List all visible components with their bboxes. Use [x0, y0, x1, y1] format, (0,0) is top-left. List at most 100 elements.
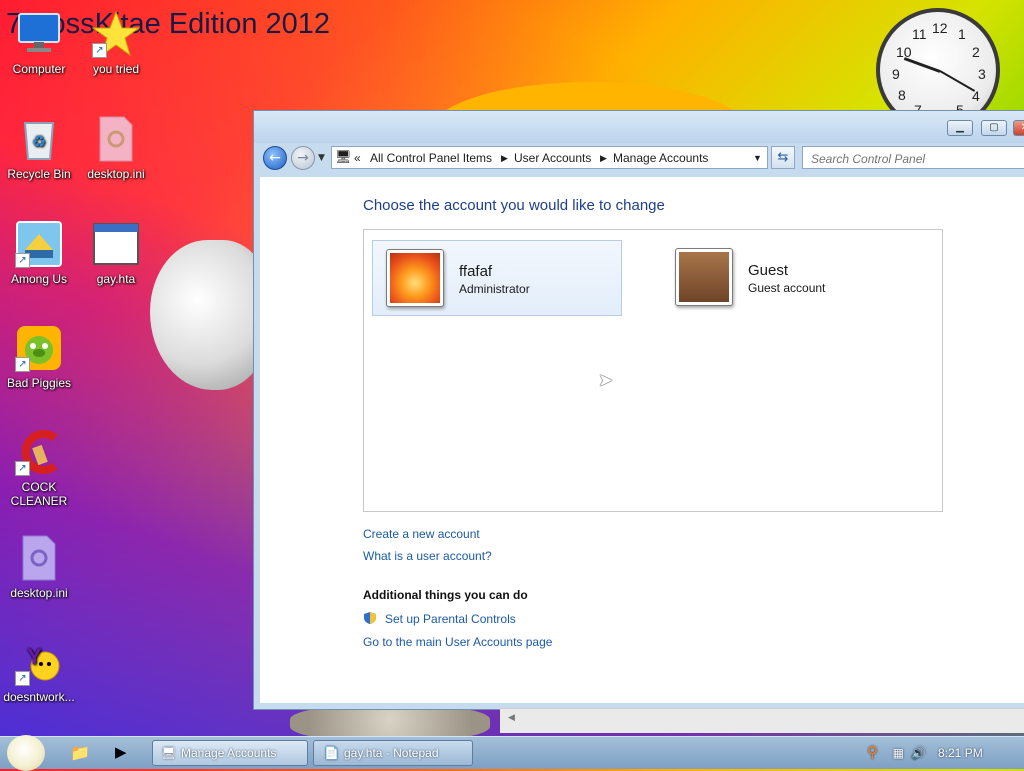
- shield-icon: [363, 611, 377, 628]
- clock-number: 9: [892, 66, 900, 82]
- flower-avatar-icon: [390, 253, 440, 303]
- create-account-link[interactable]: Create a new account: [363, 527, 480, 541]
- recent-pages-dropdown[interactable]: ▼: [318, 153, 325, 163]
- back-button[interactable]: ←: [263, 146, 287, 170]
- clock-time[interactable]: 8:21 PM: [938, 737, 988, 769]
- taskbar: 📁 ▶ 🖥 Manage Accounts 📄 gay.hta - Notepa…: [0, 735, 1024, 771]
- taskbar-button-manage-accounts[interactable]: 🖥 Manage Accounts: [152, 740, 308, 766]
- media-player-icon[interactable]: ▶: [115, 743, 127, 761]
- what-is-user-account-link[interactable]: What is a user account?: [363, 549, 492, 563]
- taskbar-button-label: gay.hta - Notepad: [344, 746, 439, 760]
- desktop-icon-label: COCK CLEANER: [10, 480, 68, 508]
- clock-number: 11: [912, 26, 927, 42]
- page-title: Choose the account you would like to cha…: [363, 197, 665, 214]
- svg-text:♻: ♻: [32, 134, 46, 151]
- forward-button[interactable]: →: [291, 146, 315, 170]
- desktop-icon-computer[interactable]: Computer: [1, 10, 77, 76]
- desktop-icon-label: you tried: [92, 62, 140, 76]
- clock-minute-hand: [939, 70, 976, 92]
- volume-icon[interactable]: 🔊: [911, 737, 926, 769]
- mouse-cursor-icon: ➤: [598, 370, 614, 391]
- address-bar[interactable]: 🖥 « All Control Panel Items ▶ User Accou…: [331, 146, 768, 169]
- app-shortcut-icon: ↗: [15, 220, 63, 268]
- taskbar-button-label: Manage Accounts: [181, 746, 277, 760]
- breadcrumb-all-control-panel-items[interactable]: All Control Panel Items: [370, 151, 492, 165]
- clock-hour-hand: [903, 57, 941, 73]
- desktop-icon-doesntwork[interactable]: Y ↗ doesntwork...: [1, 638, 77, 704]
- shortcut-arrow-icon: ↗: [15, 671, 30, 686]
- parental-controls-link[interactable]: Set up Parental Controls: [385, 612, 516, 626]
- close-button[interactable]: ✕: [1013, 120, 1024, 136]
- content-pane: Choose the account you would like to cha…: [260, 177, 1024, 703]
- start-button[interactable]: [7, 735, 45, 771]
- breadcrumb-separator-icon[interactable]: ▶: [501, 153, 508, 164]
- shortcut-arrow-icon: ↗: [15, 357, 30, 372]
- desktop-icon-label: Bad Piggies: [6, 376, 72, 390]
- clock-number: 8: [898, 87, 906, 103]
- desktop-icon-label: Recycle Bin: [7, 167, 71, 181]
- scroll-left-arrow-icon[interactable]: ◀: [508, 713, 515, 723]
- desktop-icon-gay-hta[interactable]: gay.hta: [78, 220, 154, 286]
- settings-file-icon: [15, 534, 63, 582]
- explorer-folder-icon[interactable]: 📁: [70, 743, 90, 762]
- shortcut-arrow-icon: ↗: [15, 253, 30, 268]
- desktop-icon-label: Among Us: [10, 272, 68, 286]
- wallpaper-figure: [150, 240, 270, 390]
- desktop-icon-recycle-bin[interactable]: ♻ Recycle Bin: [1, 115, 77, 181]
- shortcut-arrow-icon: ↗: [15, 461, 30, 476]
- refresh-button[interactable]: ⇆: [771, 146, 795, 169]
- address-root-chevron[interactable]: «: [354, 151, 361, 165]
- clock-number: 2: [972, 44, 980, 60]
- settings-file-icon: [92, 115, 140, 163]
- maximize-button[interactable]: ▢: [981, 120, 1007, 136]
- horizontal-scrollbar[interactable]: ◀: [500, 708, 1024, 733]
- game-icon: ↗: [15, 324, 63, 372]
- desktop-icon-cleaner[interactable]: ↗ COCK CLEANER: [1, 428, 77, 508]
- desktop-icon-label: Computer: [12, 62, 66, 76]
- shortcut-arrow-icon: ↗: [92, 43, 107, 58]
- control-panel-icon: 🖥: [335, 149, 352, 164]
- minimize-button[interactable]: ▁: [947, 120, 973, 136]
- desktop-icon-desktop-ini-2[interactable]: desktop.ini: [1, 534, 77, 600]
- messenger-icon: Y ↗: [15, 638, 63, 686]
- window-titlebar[interactable]: [254, 111, 1024, 143]
- taskbar-button-notepad[interactable]: 📄 gay.hta - Notepad: [313, 740, 473, 766]
- account-name: Guest: [748, 262, 789, 279]
- desktop-icon-label: doesntwork...: [3, 690, 75, 704]
- suitcase-avatar-icon: [679, 252, 729, 302]
- network-icon[interactable]: ▦: [893, 737, 904, 769]
- desktop-icon-you-tried[interactable]: ↗ you tried: [78, 10, 154, 76]
- star-icon: ↗: [91, 10, 141, 58]
- notepad-icon: 📄: [324, 746, 339, 760]
- navigation-bar: ← → ▼ 🖥 « All Control Panel Items ▶ User…: [254, 141, 1024, 173]
- recycle-bin-icon: ♻: [15, 115, 63, 163]
- clock-number: 3: [978, 66, 986, 82]
- avatar: [386, 249, 444, 307]
- account-tile-guest[interactable]: Guest Guest account: [662, 240, 912, 316]
- search-box[interactable]: [802, 146, 1024, 169]
- main-user-accounts-link[interactable]: Go to the main User Accounts page: [363, 635, 552, 649]
- accounts-list: ffafaf Administrator Guest Guest account…: [363, 229, 943, 512]
- avatar: [675, 248, 733, 306]
- desktop-icon-among-us[interactable]: ↗ Among Us: [1, 220, 77, 286]
- account-name: ffafaf: [459, 263, 493, 280]
- cleaner-icon: ↗: [15, 428, 63, 476]
- account-tile-ffafaf[interactable]: ffafaf Administrator: [372, 240, 622, 316]
- clock-number: 12: [932, 20, 948, 36]
- desktop-icon-label: gay.hta: [96, 272, 136, 286]
- additional-things-heading: Additional things you can do: [363, 588, 528, 602]
- search-input[interactable]: [809, 148, 1013, 169]
- breadcrumb-manage-accounts[interactable]: Manage Accounts: [613, 151, 708, 165]
- desktop-icon-label: desktop.ini: [10, 586, 68, 600]
- desktop-icon-desktop-ini[interactable]: desktop.ini: [78, 115, 154, 181]
- breadcrumb-user-accounts[interactable]: User Accounts: [514, 151, 591, 165]
- desktop-icon-bad-piggies[interactable]: ↗ Bad Piggies: [1, 324, 77, 390]
- desktop-icon-label: desktop.ini: [87, 167, 145, 181]
- breadcrumb-separator-icon[interactable]: ▶: [600, 153, 607, 164]
- address-dropdown-icon[interactable]: ▼: [753, 153, 762, 163]
- account-type: Guest account: [748, 281, 826, 295]
- search-icon[interactable]: ⚲: [867, 737, 878, 769]
- control-panel-icon: 🖥: [161, 746, 177, 760]
- application-window-icon: [92, 220, 140, 268]
- control-panel-window[interactable]: ▁ ▢ ✕ ← → ▼ 🖥 « All Control Panel Items …: [253, 110, 1024, 710]
